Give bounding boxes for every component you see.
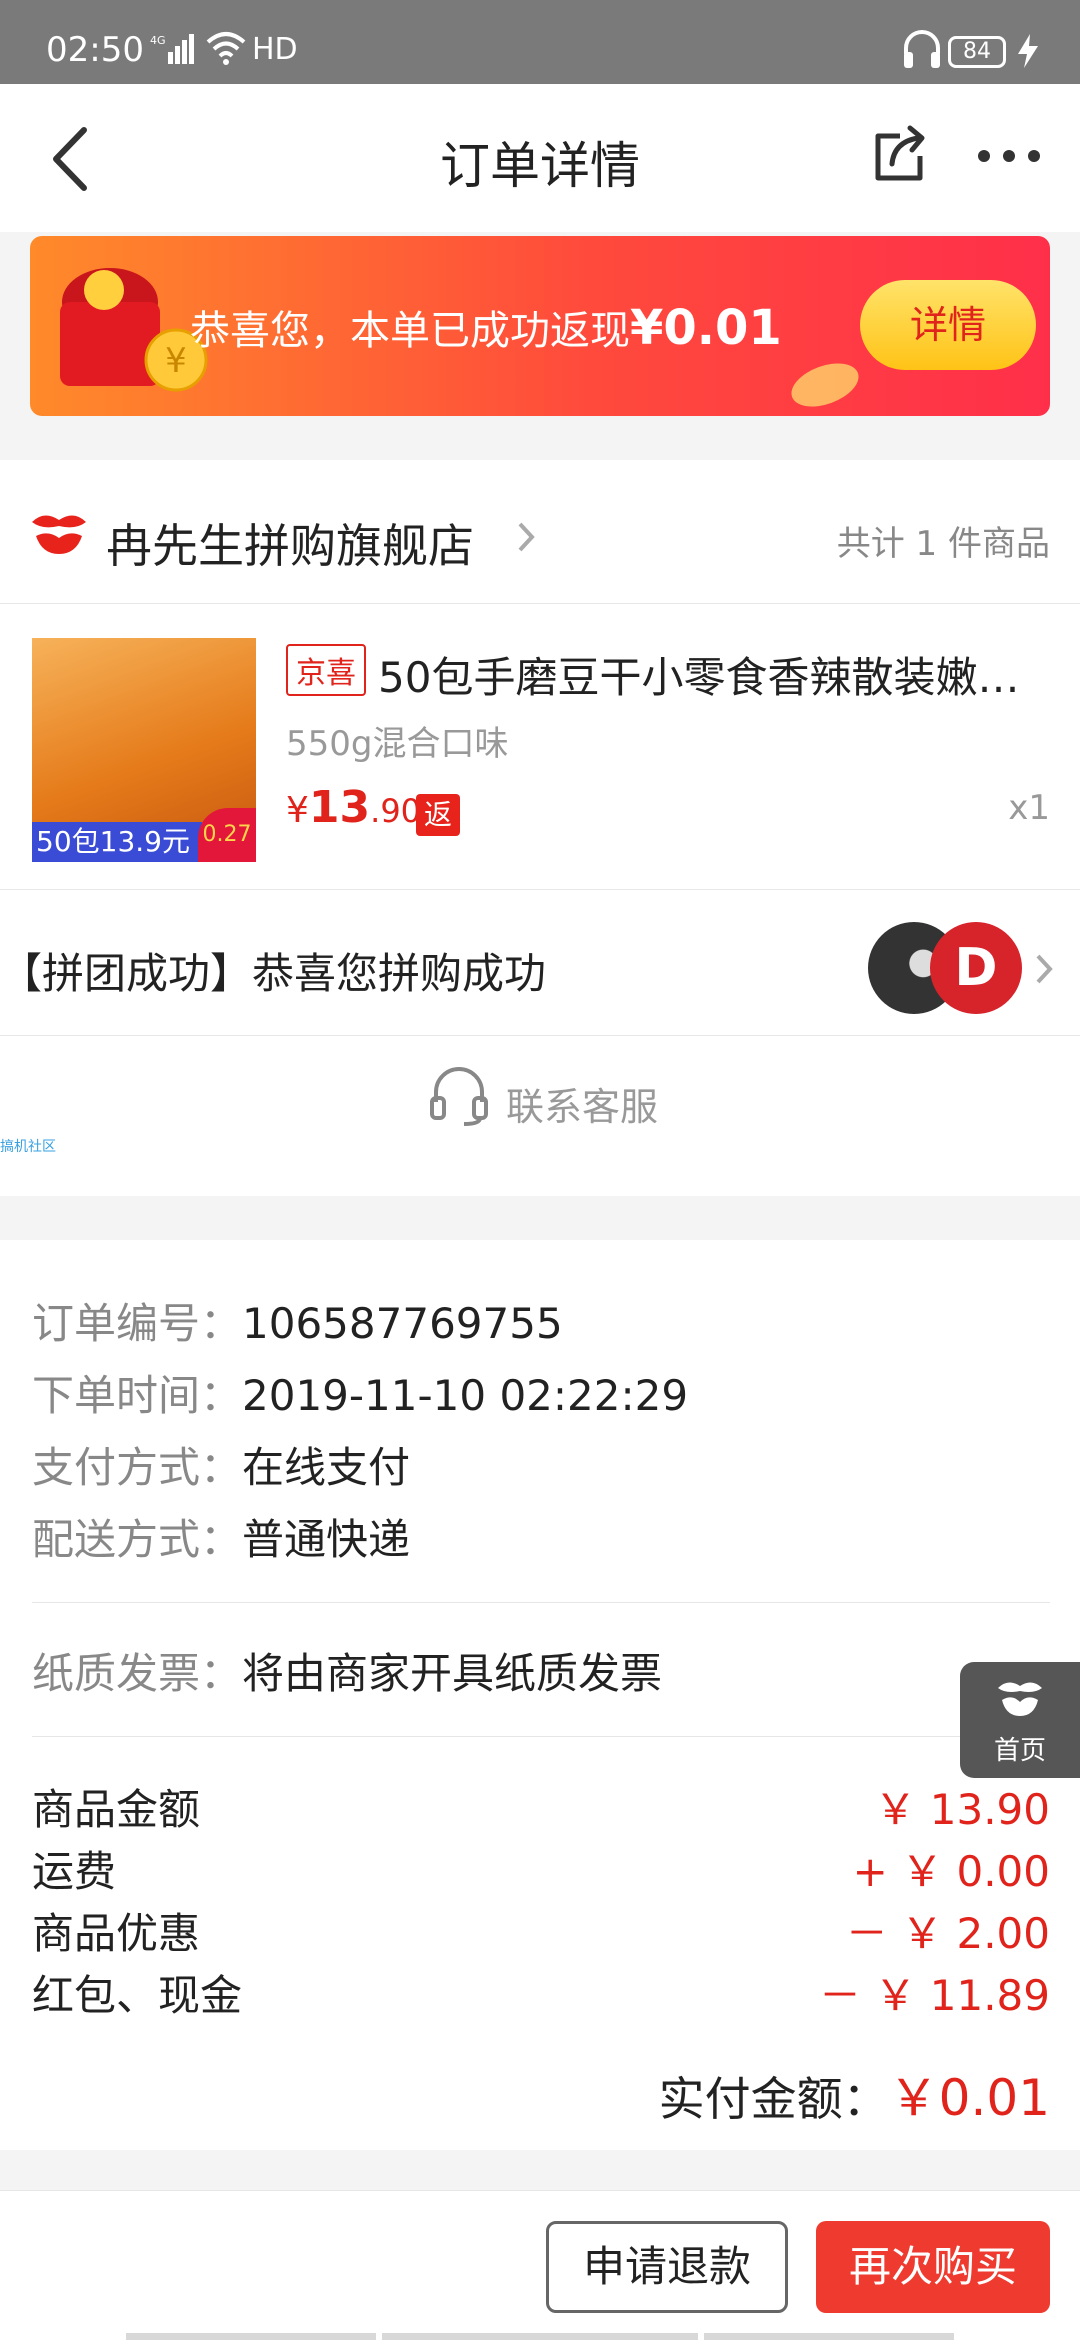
store-row[interactable]: 冉先生拼购旗舰店 共计 1 件商品 xyxy=(0,460,1080,604)
chevron-right-icon xyxy=(1036,954,1053,984)
rebuy-button[interactable]: 再次购买 xyxy=(816,2221,1050,2313)
thumb-caption: 50包13.9元 xyxy=(32,822,202,862)
contact-service-row[interactable]: 联系客服 搞机社区 xyxy=(0,1036,1080,1196)
order-info-card: 订单编号：106587769755 下单时间：2019-11-10 02:22:… xyxy=(0,1240,1080,2150)
invoice-row: 纸质发票：将由商家开具纸质发票 xyxy=(32,1640,662,1701)
product-price: ¥13.90 xyxy=(286,782,421,833)
amount-label: 运费 xyxy=(32,1847,117,1896)
order-time-row: 下单时间：2019-11-10 02:22:29 xyxy=(32,1362,688,1423)
divider xyxy=(32,1602,1050,1603)
group-buy-row[interactable]: 【拼团成功】恭喜您拼购成功 D xyxy=(0,890,1080,1036)
amount-label: 商品金额 xyxy=(32,1785,201,1834)
home-label: 首页 xyxy=(993,1736,1046,1766)
divider xyxy=(32,1736,1050,1737)
bottom-action-bar: 申请退款 再次购买 xyxy=(0,2190,1080,2340)
nav-bar: 订单详情 xyxy=(0,84,1080,232)
total-paid: 实付金额：￥0.01 xyxy=(659,2058,1050,2130)
svg-text:4G: 4G xyxy=(150,34,166,47)
store-card: 冉先生拼购旗舰店 共计 1 件商品 50包13.9元 0.27 京喜 50包手磨… xyxy=(0,460,1080,1196)
amount-value: － ￥ 11.89 xyxy=(819,1971,1050,2020)
order-number: 106587769755 xyxy=(242,1299,563,1348)
amount-label: 红包、现金 xyxy=(32,1971,243,2020)
price-decimal: .90 xyxy=(370,792,422,830)
product-thumbnail: 50包13.9元 0.27 xyxy=(32,638,256,862)
thumb-badge: 0.27 xyxy=(198,808,256,862)
delivery-method: 普通快递 xyxy=(242,1515,411,1564)
price-symbol: ¥ xyxy=(286,790,309,831)
total-label: 实付金额： xyxy=(658,2072,889,2126)
gesture-indicator xyxy=(126,2333,376,2340)
home-logo-icon xyxy=(998,1682,1042,1716)
refund-button[interactable]: 申请退款 xyxy=(546,2221,788,2313)
amount-row-discount: 商品优惠 － ￥ 2.00 xyxy=(32,1900,1050,1961)
hd-indicator: HD xyxy=(252,32,298,67)
delivery-method-label: 配送方式： xyxy=(32,1515,243,1564)
rebate-badge: 返 xyxy=(416,794,460,836)
status-bar: 02:50 4G HD 84 xyxy=(0,0,1080,84)
product-spec: 550g混合口味 xyxy=(286,724,509,764)
headset-icon xyxy=(904,30,940,68)
payment-method-label: 支付方式： xyxy=(32,1443,243,1492)
gesture-indicator xyxy=(704,2333,954,2340)
order-number-label: 订单编号： xyxy=(32,1299,243,1348)
amount-row-goods: 商品金额 ￥ 13.90 xyxy=(32,1776,1050,1837)
amount-value: ￥ 13.90 xyxy=(874,1785,1050,1834)
invoice-value: 将由商家开具纸质发票 xyxy=(242,1649,663,1698)
svg-text:¥: ¥ xyxy=(165,341,187,381)
contact-service-label: 联系客服 xyxy=(506,1085,659,1129)
cashback-text: 恭喜您，本单已成功返现 xyxy=(190,308,630,354)
price-integer: 13 xyxy=(308,782,371,833)
payment-method: 在线支付 xyxy=(242,1443,411,1492)
product-quantity: x1 xyxy=(1008,788,1050,828)
customer-service-icon xyxy=(430,1067,488,1126)
status-time: 02:50 xyxy=(46,30,144,70)
total-value: ￥0.01 xyxy=(888,2069,1050,2127)
group-buy-status: 【拼团成功】恭喜您拼购成功 xyxy=(0,949,547,998)
battery-indicator: 84 xyxy=(948,36,1006,68)
order-time: 2019-11-10 02:22:29 xyxy=(242,1371,689,1420)
more-icon[interactable] xyxy=(976,144,1042,168)
amount-row-redpacket: 红包、现金 － ￥ 11.89 xyxy=(32,1962,1050,2023)
amount-value: － ￥ 2.00 xyxy=(845,1909,1050,1958)
amount-value: + ￥ 0.00 xyxy=(852,1847,1050,1896)
floating-home-button[interactable]: 首页 xyxy=(960,1662,1080,1778)
payment-method-row: 支付方式：在线支付 xyxy=(32,1434,410,1495)
wifi-icon xyxy=(206,32,246,65)
gesture-indicator xyxy=(382,2333,698,2340)
amount-row-shipping: 运费 + ￥ 0.00 xyxy=(32,1838,1050,1899)
share-icon[interactable] xyxy=(870,122,932,184)
order-number-row: 订单编号：106587769755 xyxy=(32,1290,563,1351)
store-name: 冉先生拼购旗舰店 xyxy=(106,519,474,573)
cashback-banner: ¥ 恭喜您，本单已成功返现¥0.01 详情 xyxy=(30,236,1050,416)
charging-icon xyxy=(1018,34,1038,68)
cellular-signal-icon: 4G xyxy=(150,34,194,64)
jingxi-tag: 京喜 xyxy=(286,644,366,696)
order-time-label: 下单时间： xyxy=(32,1371,243,1420)
delivery-method-row: 配送方式：普通快递 xyxy=(32,1506,410,1567)
product-item[interactable]: 50包13.9元 0.27 京喜 50包手磨豆干小零食香辣散装嫩… 550g混合… xyxy=(0,604,1080,890)
chevron-right-icon xyxy=(518,522,535,552)
item-count: 共计 1 件商品 xyxy=(836,524,1050,564)
cashback-detail-button[interactable]: 详情 xyxy=(860,280,1036,370)
coin-decoration xyxy=(785,355,865,415)
invoice-label: 纸质发票： xyxy=(32,1649,243,1698)
store-logo-icon xyxy=(32,515,86,554)
amount-label: 商品优惠 xyxy=(32,1909,201,1958)
cashback-amount: ¥0.01 xyxy=(630,300,782,356)
cashback-message: 恭喜您，本单已成功返现¥0.01 xyxy=(190,298,782,356)
watermark: 搞机社区 xyxy=(0,1139,56,1155)
product-title: 50包手磨豆干小零食香辣散装嫩… xyxy=(378,653,1020,702)
avatar: D xyxy=(930,922,1022,1014)
